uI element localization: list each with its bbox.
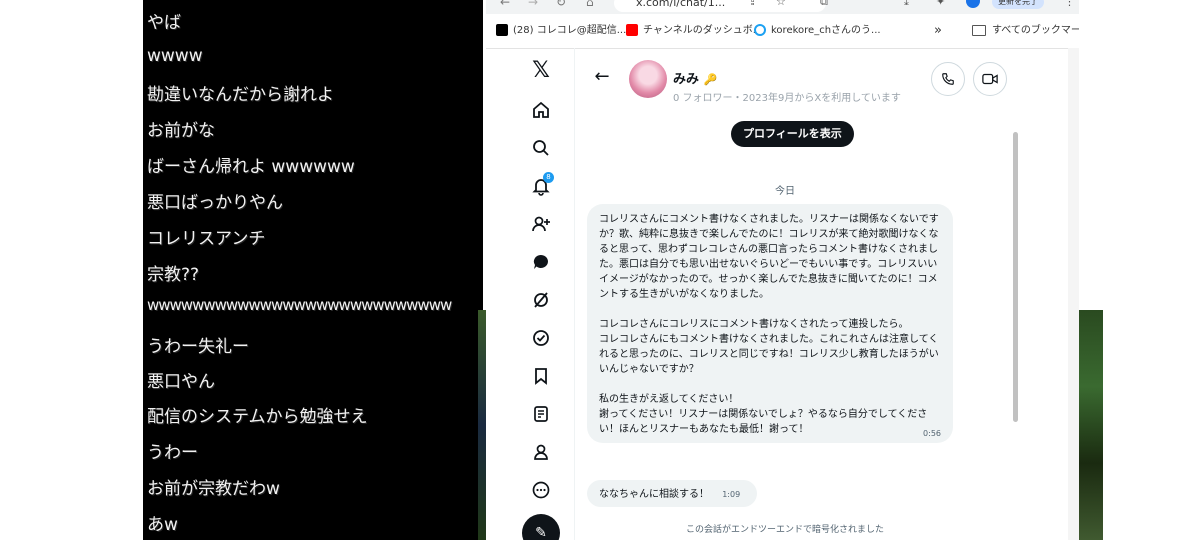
message-text: コレリスさんにコメント書けなくされました。リスナーは関係なくないですか？歌、純粋… — [599, 214, 939, 300]
stream-chat-overlay: やば wwww 勘違いなんだから謝れよ お前がな ばーさん帰れよ wwwwww … — [143, 0, 483, 540]
chat-line: うわー失礼ー — [147, 337, 249, 357]
day-separator: 今日 — [775, 186, 795, 197]
update-button[interactable]: 更新を完了 — [992, 0, 1044, 9]
background-video-strip — [1079, 0, 1103, 310]
bookmark-label: チャンネルのダッシュボ... — [643, 25, 763, 36]
message-text: コレコレさんにコレリスにコメント書けなくされたって連投したら。 コレコレさんにも… — [599, 319, 939, 375]
more-icon[interactable] — [529, 478, 553, 502]
conversation-header: ← みみ 🔑 0 フォロワー・2023年9月からXを利用しています — [575, 48, 1065, 110]
bookmarks-bar: (28) コレコレ@超配信... チャンネルのダッシュボ... korekore… — [486, 14, 1079, 49]
link-favicon-icon — [754, 24, 766, 36]
call-button[interactable] — [931, 62, 965, 96]
address-bar[interactable]: x.com/i/chat/1... — [614, 0, 826, 12]
left-margin — [0, 0, 143, 540]
youtube-favicon-icon — [626, 24, 638, 36]
notifications-icon[interactable]: 8 — [529, 172, 554, 198]
communities-icon[interactable] — [529, 326, 553, 350]
browser-toolbar: ← → ↻ ⌂ x.com/i/chat/1... ⇪ ☆ ⧉ ⤓ ✦ 更新を完… — [486, 0, 1079, 14]
menu-icon[interactable]: ⋮ — [1064, 0, 1075, 8]
conversation-name: みみ 🔑 — [673, 68, 717, 87]
message-bubble[interactable]: コレリスさんにコメント書けなくされました。リスナーは関係なくないですか？歌、純粋… — [587, 204, 953, 443]
chat-line: wwww — [147, 46, 203, 66]
bookmark-item[interactable]: チャンネルのダッシュボ... — [626, 24, 762, 38]
articles-icon[interactable] — [529, 402, 553, 426]
avatar[interactable] — [629, 60, 667, 98]
bookmarks-icon[interactable] — [529, 364, 553, 388]
background-video-strip — [478, 310, 486, 540]
key-icon: 🔑 — [703, 73, 718, 86]
x-logo-icon[interactable]: 𝕏 — [529, 58, 553, 83]
search-icon[interactable] — [529, 136, 553, 160]
bookmark-item[interactable]: korekore_chさんのう... — [754, 24, 881, 38]
folder-icon — [972, 24, 986, 36]
chat-line: 悪口やん — [147, 372, 215, 392]
chat-line: あw — [147, 515, 178, 535]
extension-icon[interactable]: ⧉ — [820, 0, 828, 9]
follow-icon[interactable] — [529, 212, 553, 236]
video-call-button[interactable] — [973, 62, 1007, 96]
reload-icon[interactable]: ↻ — [556, 0, 566, 9]
home-icon[interactable] — [529, 98, 553, 122]
chat-line: 勘違いなんだから謝れよ — [147, 85, 334, 105]
puzzle-icon[interactable]: ✦ — [936, 0, 945, 8]
message-text: 私の生きがえ返してください！ 謝ってください！リスナーは関係ないでしょ？やるなら… — [599, 394, 928, 435]
view-profile-button[interactable]: プロフィールを表示 — [731, 121, 854, 147]
conversation-panel: ← みみ 🔑 0 フォロワー・2023年9月からXを利用しています プロフィール… — [574, 48, 1065, 540]
chat-line: 宗教?? — [147, 265, 200, 285]
profile-icon[interactable] — [529, 440, 553, 464]
messages-icon[interactable] — [529, 250, 553, 274]
message-bubble[interactable]: ななちゃんに相談する！ 1:09 — [587, 480, 757, 507]
right-margin — [1103, 0, 1200, 540]
profile-avatar-icon[interactable] — [966, 0, 980, 8]
chat-line: お前がな — [147, 121, 215, 141]
share-icon[interactable]: ⇪ — [748, 0, 757, 8]
back-arrow-icon[interactable]: ← — [591, 66, 613, 88]
all-bookmarks-label: すべてのブックマーク — [992, 25, 1079, 36]
forward-icon[interactable]: → — [528, 0, 538, 9]
scroll-track[interactable] — [1068, 48, 1079, 540]
chat-line: お前が宗教だわw — [147, 479, 280, 499]
all-bookmarks[interactable]: すべてのブックマーク — [972, 24, 1079, 38]
chat-line: wwwwwwwwwwwwwwwwwwwwwwwwwww — [147, 296, 452, 314]
video-icon — [982, 73, 998, 85]
encryption-notice: この会話がエンドツーエンドで暗号化されました — [685, 525, 884, 535]
message-time: 0:56 — [923, 429, 941, 438]
notification-badge: 8 — [543, 172, 554, 183]
chat-line: うわー — [147, 443, 198, 463]
star-icon[interactable]: ☆ — [776, 0, 786, 8]
chat-line: コレリスアンチ — [147, 229, 266, 249]
message-text: ななちゃんに相談する！ — [599, 489, 709, 500]
user-meta: 0 フォロワー・2023年9月からXを利用しています — [673, 93, 901, 104]
compose-icon[interactable]: ✎ — [522, 514, 560, 540]
message-time: 1:09 — [722, 490, 741, 499]
download-icon[interactable]: ⤓ — [904, 0, 909, 9]
grok-icon[interactable] — [529, 288, 553, 312]
chat-line: 配信のシステムから勉強せえ — [147, 407, 368, 427]
x-sidebar: 𝕏 8 ✎ — [516, 48, 566, 540]
home-button-icon[interactable]: ⌂ — [586, 0, 594, 9]
screen: やば wwww 勘違いなんだから謝れよ お前がな ばーさん帰れよ wwwwww … — [0, 0, 1200, 540]
background-video-strip — [1079, 310, 1103, 540]
bookmark-label: korekore_chさんのう... — [771, 25, 881, 36]
chat-line: ばーさん帰れよ wwwwww — [147, 157, 355, 177]
bookmark-item[interactable]: (28) コレコレ@超配信... — [496, 24, 626, 38]
scrollbar[interactable] — [1013, 132, 1018, 422]
back-icon[interactable]: ← — [500, 0, 510, 9]
chat-line: 悪口ばっかりやん — [147, 193, 283, 213]
display-name: みみ — [673, 72, 700, 87]
bookmarks-overflow[interactable]: » — [934, 24, 942, 38]
browser-window: ← → ↻ ⌂ x.com/i/chat/1... ⇪ ☆ ⧉ ⤓ ✦ 更新を完… — [486, 0, 1079, 540]
phone-icon — [942, 73, 954, 85]
bookmark-label: (28) コレコレ@超配信... — [513, 25, 627, 36]
chat-line: やば — [147, 13, 181, 33]
x-favicon-icon — [496, 24, 508, 36]
